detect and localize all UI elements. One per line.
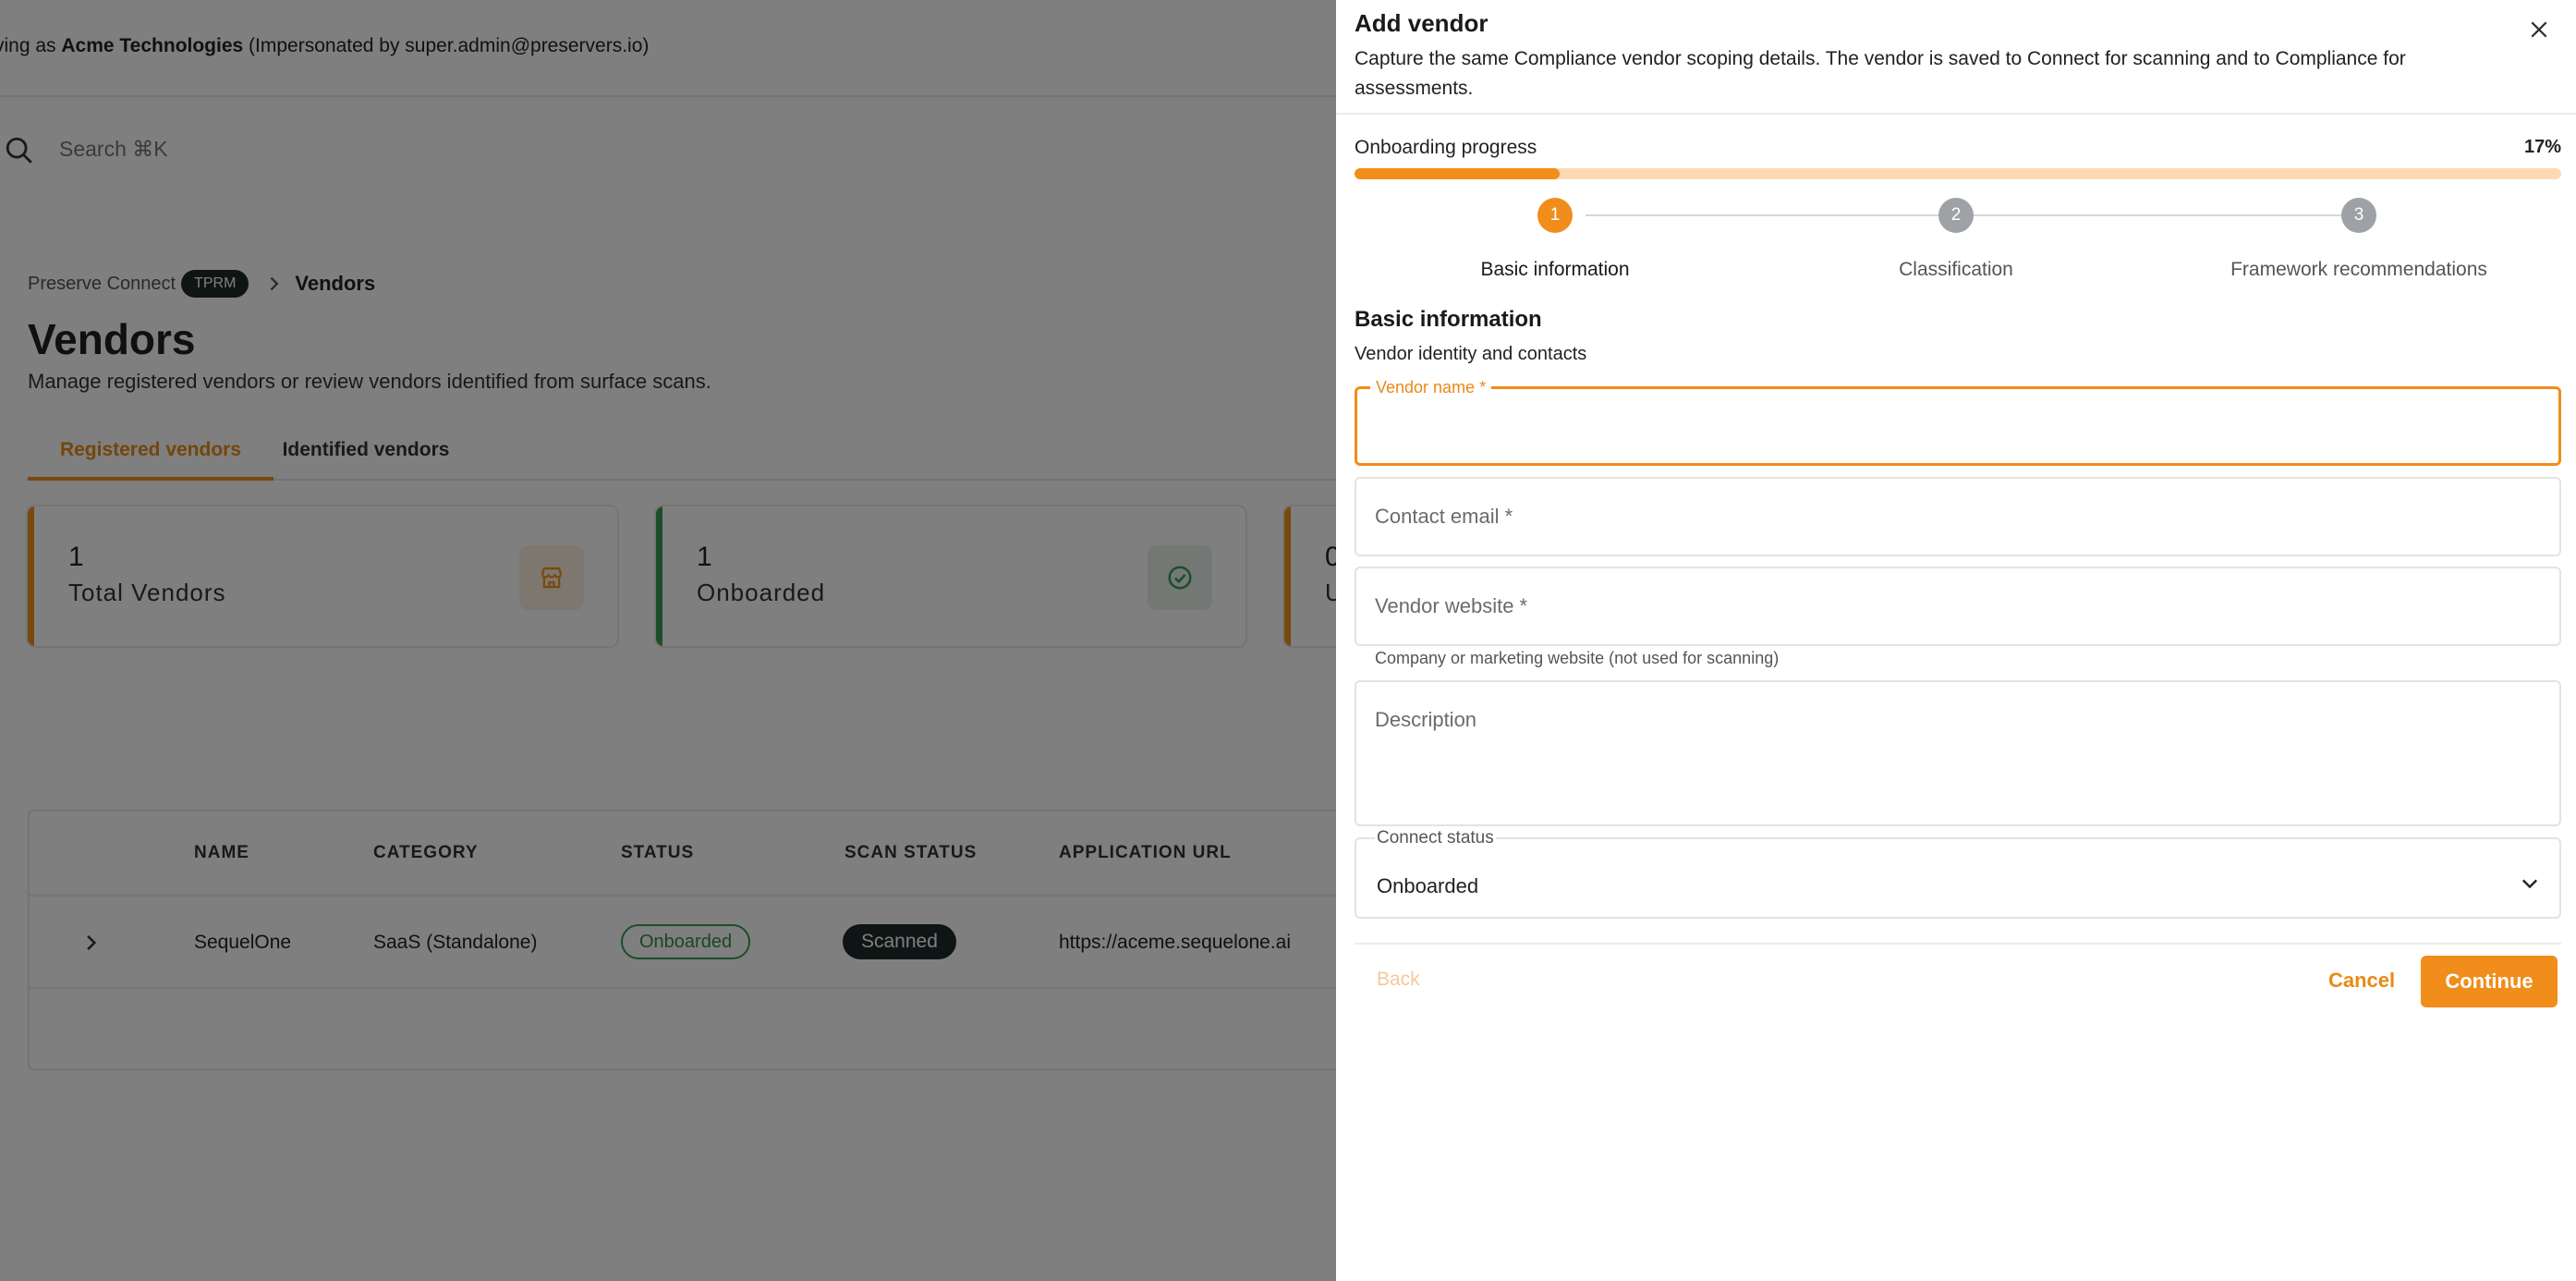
- progress-bar: [1355, 168, 2561, 179]
- drawer-description: Capture the same Compliance vendor scopi…: [1355, 48, 2406, 99]
- description-field[interactable]: [1355, 680, 2561, 826]
- contact-email-field[interactable]: [1355, 477, 2561, 556]
- connect-status-label: Connect status: [1375, 828, 1496, 848]
- step-2-indicator[interactable]: 2: [1938, 198, 1974, 233]
- chevron-down-icon: [2521, 879, 2538, 889]
- stepper: 1 2 3 Basic information Classification F…: [1336, 194, 2576, 296]
- progress-fill: [1355, 168, 1561, 179]
- connect-status-select[interactable]: Onboarded: [1355, 837, 2561, 919]
- step-3-label: Framework recommendations: [2230, 259, 2487, 280]
- continue-button[interactable]: Continue: [2421, 956, 2558, 1007]
- divider: [1336, 113, 2576, 115]
- vendor-name-field[interactable]: Vendor name *: [1355, 378, 2561, 466]
- vendor-website-input[interactable]: [1375, 568, 2539, 644]
- back-button[interactable]: Back: [1377, 969, 1420, 991]
- divider: [1355, 943, 2561, 945]
- progress-label: Onboarding progress: [1355, 137, 1537, 158]
- cancel-button[interactable]: Cancel: [2328, 969, 2395, 993]
- close-icon: [2531, 21, 2547, 38]
- step-1-label: Basic information: [1480, 259, 1630, 280]
- step-1-indicator[interactable]: 1: [1537, 198, 1573, 233]
- progress-percent: 17%: [2523, 137, 2561, 157]
- section-subtitle: Vendor identity and contacts: [1355, 344, 1587, 364]
- section-title: Basic information: [1355, 307, 1542, 332]
- step-3-indicator[interactable]: 3: [2341, 198, 2376, 233]
- description-textarea[interactable]: [1375, 708, 2539, 819]
- vendor-website-field[interactable]: [1355, 567, 2561, 646]
- vendor-name-input[interactable]: [1376, 389, 2540, 463]
- contact-email-input[interactable]: [1375, 479, 2539, 555]
- connect-status-value: Onboarded: [1377, 874, 1479, 897]
- close-button[interactable]: [2524, 15, 2554, 44]
- vendor-website-helper: Company or marketing website (not used f…: [1375, 649, 1780, 667]
- step-2-label: Classification: [1899, 259, 2013, 280]
- add-vendor-drawer: Add vendor Capture the same Compliance v…: [1336, 0, 2576, 1281]
- drawer-title: Add vendor: [1355, 9, 1488, 37]
